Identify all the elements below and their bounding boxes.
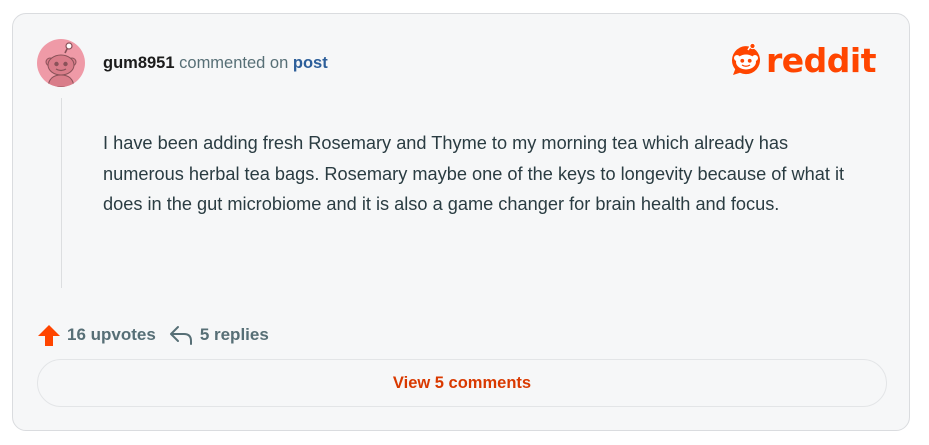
thread-line [61,98,62,288]
comment-actions: 16 upvotes 5 replies [37,323,269,347]
comment-header: gum8951 commented on post [103,54,328,73]
reply-arrow-icon[interactable] [169,324,193,346]
snoo-avatar-icon [45,42,77,87]
reply-count: 5 replies [199,325,269,344]
comment-body: I have been adding fresh Rosemary and Th… [103,133,845,214]
commented-on-text: commented on [179,54,289,72]
upvote-arrow-icon[interactable] [37,323,61,347]
user-avatar[interactable] [37,39,85,87]
upvote-group[interactable]: 16 upvotes [37,323,156,347]
view-comments-button[interactable]: View 5 comments [37,359,887,407]
username-link[interactable]: gum8951 [103,54,175,72]
reddit-snoo-icon [731,42,760,75]
post-link[interactable]: post [293,54,328,72]
reddit-wordmark: reddit [766,40,877,80]
reddit-logo[interactable]: reddit [729,40,877,80]
upvote-count: 16 upvotes [67,325,156,344]
comment-card: gum8951 commented on post reddit I have … [12,13,910,431]
replies-group[interactable]: 5 replies [169,324,269,346]
